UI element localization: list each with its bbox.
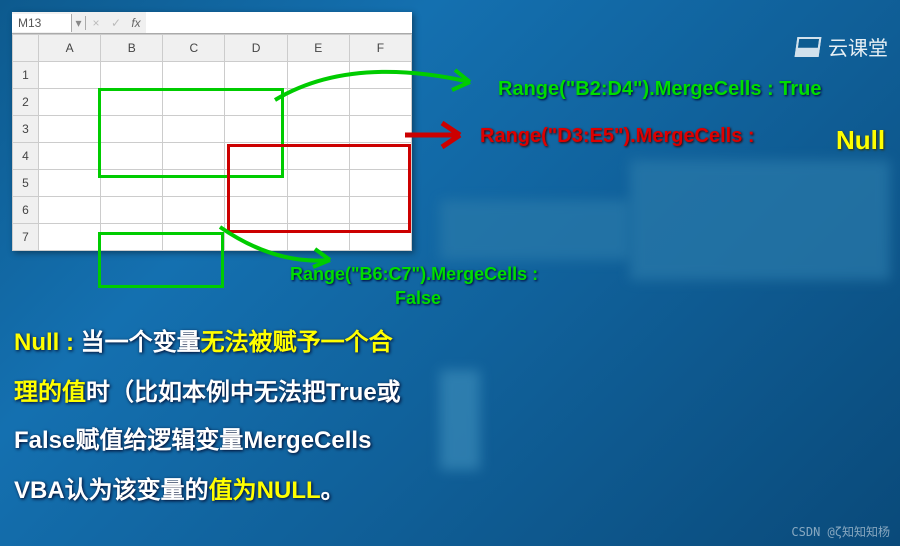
row-header[interactable]: 2 — [13, 89, 39, 116]
cancel-icon: × — [86, 16, 106, 30]
enter-icon: ✓ — [106, 16, 126, 30]
code-annotation-1: Range("B2:D4").MergeCells : True — [498, 78, 822, 101]
col-header[interactable]: B — [101, 35, 163, 62]
select-all-corner[interactable] — [13, 35, 39, 62]
name-box-dropdown-icon[interactable]: ▾ — [72, 16, 86, 30]
watermark: CSDN @ζ知知知杨 — [791, 523, 890, 540]
explanation-line-1: Null : 当一个变量无法被赋予一个合 — [14, 322, 393, 357]
spreadsheet-panel: M13 ▾ × ✓ fx A B C D E F 1 2 3 4 5 6 7 — [12, 12, 412, 251]
null-result-label: Null — [836, 125, 885, 156]
formula-bar-row: M13 ▾ × ✓ fx — [12, 12, 412, 34]
row-header[interactable]: 5 — [13, 170, 39, 197]
code-annotation-3b: False — [395, 288, 441, 309]
row-header[interactable]: 1 — [13, 62, 39, 89]
code-annotation-3: Range("B6:C7").MergeCells : — [290, 264, 538, 285]
book-icon — [795, 37, 822, 57]
row-header[interactable]: 7 — [13, 224, 39, 251]
brand-text: 云课堂 — [828, 32, 888, 61]
col-header[interactable]: F — [349, 35, 411, 62]
row-header[interactable]: 6 — [13, 197, 39, 224]
col-header[interactable]: E — [287, 35, 349, 62]
row-header[interactable]: 3 — [13, 116, 39, 143]
fx-icon[interactable]: fx — [126, 16, 146, 30]
brand-logo: 云课堂 — [796, 32, 888, 61]
col-header[interactable]: A — [39, 35, 101, 62]
col-header[interactable]: C — [163, 35, 225, 62]
spreadsheet-grid[interactable]: A B C D E F 1 2 3 4 5 6 7 — [12, 34, 412, 251]
row-header[interactable]: 4 — [13, 143, 39, 170]
explanation-line-3: False赋值给逻辑变量MergeCells — [14, 420, 371, 455]
col-header[interactable]: D — [225, 35, 287, 62]
explanation-line-4: VBA认为该变量的值为NULL。 — [14, 470, 345, 505]
code-annotation-2: Range("D3:E5").MergeCells : — [480, 125, 755, 148]
name-box[interactable]: M13 — [12, 14, 72, 32]
arrow-red — [400, 115, 480, 155]
explanation-line-2: 理的值时（比如本例中无法把True或 — [14, 372, 401, 407]
formula-input[interactable] — [146, 12, 412, 33]
